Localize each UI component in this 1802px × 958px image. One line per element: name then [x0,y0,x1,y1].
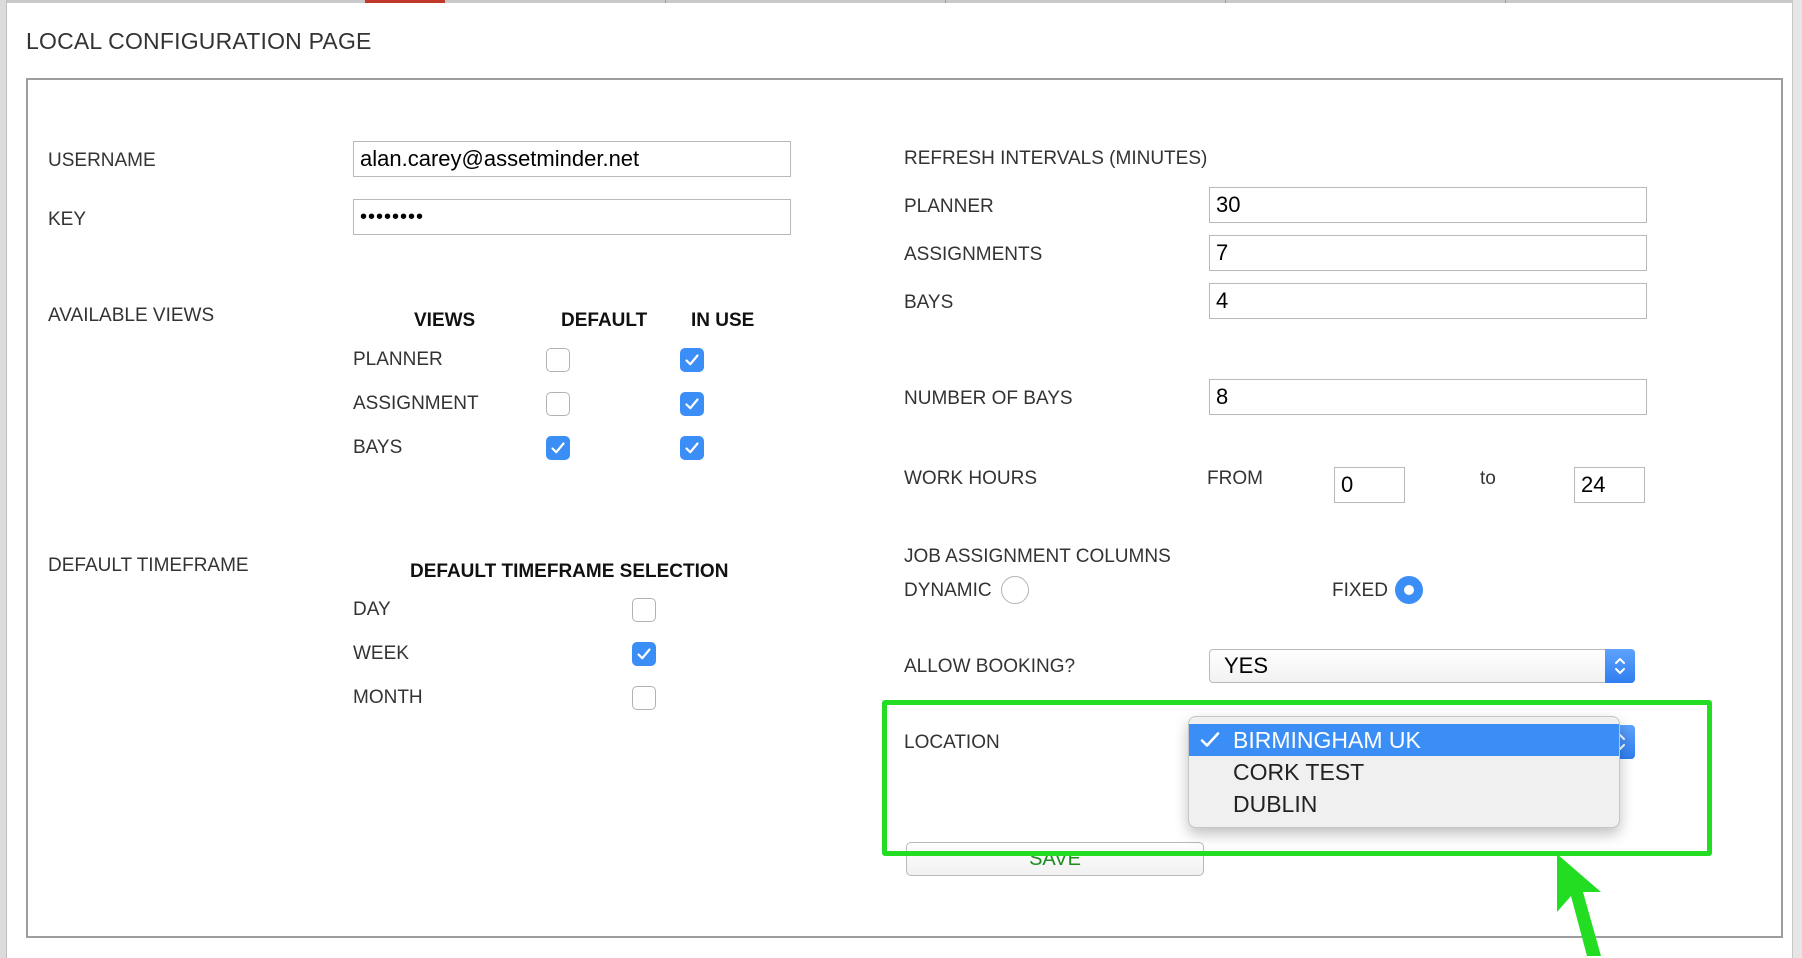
fixed-label: FIXED [1332,580,1388,601]
week-checkbox[interactable] [632,642,656,666]
view-row-label: PLANNER [353,349,443,370]
active-tab-indicator [365,0,445,3]
allow-booking-label: ALLOW BOOKING? [904,656,1076,677]
bays-refresh-label: BAYS [904,292,954,313]
month-checkbox[interactable] [632,686,656,710]
username-label: USERNAME [48,150,156,171]
tab-divider [1505,0,1506,3]
checkmark-icon [685,398,699,410]
assignments-refresh-input[interactable] [1209,235,1647,271]
checkmark-icon [637,648,651,660]
fixed-radio[interactable] [1395,576,1423,604]
dynamic-label: DYNAMIC [904,580,992,601]
allow-booking-select[interactable]: YES [1209,649,1635,683]
location-option-birmingham[interactable]: BIRMINGHAM UK [1189,724,1619,756]
view-row-label: BAYS [353,437,403,458]
username-input[interactable] [353,141,791,177]
tab-divider [665,0,666,3]
select-arrows-icon [1605,649,1635,683]
bays-in-use-checkbox[interactable] [680,436,704,460]
location-option-cork[interactable]: CORK TEST [1189,756,1619,788]
checkmark-icon [685,354,699,366]
assignments-refresh-label: ASSIGNMENTS [904,244,1043,265]
key-input[interactable] [353,199,791,235]
radio-dot-icon [1404,585,1414,595]
dynamic-radio[interactable] [1001,576,1029,604]
timeframe-row-label: MONTH [353,687,423,708]
work-hours-from-label: FROM [1207,468,1263,489]
bays-refresh-input[interactable] [1209,283,1647,319]
work-hours-label: WORK HOURS [904,468,1037,489]
number-of-bays-label: NUMBER OF BAYS [904,388,1073,409]
annotation-arrow-icon [1557,854,1601,956]
key-label: KEY [48,209,87,230]
location-option-label: DUBLIN [1233,791,1318,817]
planner-refresh-input[interactable] [1209,187,1647,223]
in-use-column-header: IN USE [691,310,755,331]
timeframe-selection-header: DEFAULT TIMEFRAME SELECTION [410,561,729,582]
timeframe-row-label: DAY [353,599,391,620]
tab-divider [945,0,946,3]
assignment-in-use-checkbox[interactable] [680,392,704,416]
checkmark-icon [1200,732,1220,747]
page-title: LOCAL CONFIGURATION PAGE [26,28,372,54]
assignment-default-checkbox[interactable] [546,392,570,416]
left-window-edge [0,0,7,958]
default-column-header: DEFAULT [561,310,648,331]
save-button[interactable]: SAVE [906,842,1204,876]
location-option-label: CORK TEST [1233,759,1365,785]
planner-refresh-label: PLANNER [904,196,994,217]
allow-booking-value: YES [1224,653,1269,678]
work-hours-to-label: to [1480,468,1496,489]
work-hours-from-input[interactable] [1334,467,1405,503]
location-option-label: BIRMINGHAM UK [1233,727,1421,753]
timeframe-row-label: WEEK [353,643,409,664]
checkmark-icon [551,442,565,454]
refresh-intervals-label: REFRESH INTERVALS (MINUTES) [904,148,1208,169]
tab-divider [1225,0,1226,3]
location-label: LOCATION [904,732,1000,753]
top-tab-strip [0,0,1802,3]
available-views-label: AVAILABLE VIEWS [48,305,215,326]
location-option-dublin[interactable]: DUBLIN [1189,788,1619,820]
views-column-header: VIEWS [414,310,476,331]
planner-default-checkbox[interactable] [546,348,570,372]
location-dropdown-menu: BIRMINGHAM UK CORK TEST DUBLIN [1188,716,1620,828]
job-assignment-columns-label: JOB ASSIGNMENT COLUMNS [904,546,1171,567]
right-scrollbar-track[interactable] [1792,0,1802,958]
bays-default-checkbox[interactable] [546,436,570,460]
app-window: LOCAL CONFIGURATION PAGE USERNAME KEY AV… [0,0,1802,958]
checkmark-icon [685,442,699,454]
planner-in-use-checkbox[interactable] [680,348,704,372]
number-of-bays-input[interactable] [1209,379,1647,415]
work-hours-to-input[interactable] [1574,467,1645,503]
view-row-label: ASSIGNMENT [353,393,479,414]
default-timeframe-label: DEFAULT TIMEFRAME [48,555,249,576]
day-checkbox[interactable] [632,598,656,622]
